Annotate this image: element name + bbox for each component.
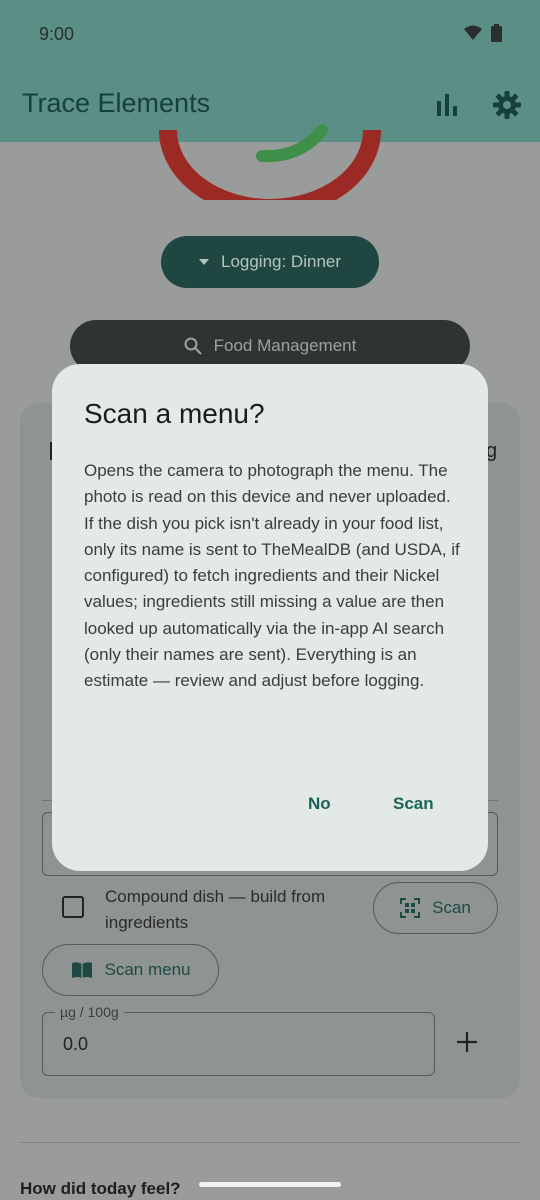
ug-per-100g-field[interactable]: µg / 100g 0.0 <box>42 1004 435 1076</box>
dialog-title: Scan a menu? <box>84 398 265 429</box>
logging-meal-button[interactable]: Logging: Dinner <box>161 236 379 288</box>
menu-book-icon <box>71 962 92 978</box>
qr-scan-icon <box>400 898 421 918</box>
status-bar: 9:00 <box>0 0 540 70</box>
dialog-no-button[interactable]: No <box>308 794 331 814</box>
bottom-divider <box>20 1142 520 1143</box>
status-time: 9:00 <box>39 24 75 44</box>
scan-menu-label: Scan menu <box>104 960 191 979</box>
dropdown-caret-icon <box>198 259 209 265</box>
gesture-nav-handle[interactable] <box>199 1182 341 1187</box>
how-did-today-feel-label: How did today feel? <box>20 1179 181 1198</box>
bar-chart-icon <box>437 94 457 116</box>
compound-dish-checkbox[interactable] <box>62 896 84 918</box>
settings-button[interactable] <box>492 90 522 120</box>
battery-icon <box>491 24 502 42</box>
gear-icon <box>493 91 521 119</box>
statistics-button[interactable] <box>432 90 462 120</box>
dialog-scan-button[interactable]: Scan <box>393 794 434 814</box>
compound-dish-label: Compound dish — build from ingredients <box>105 887 326 932</box>
logging-meal-label: Logging: Dinner <box>220 252 342 271</box>
plus-icon[interactable] <box>453 1028 481 1056</box>
scan-button-label: Scan <box>432 898 471 917</box>
search-icon <box>184 337 202 355</box>
scan-button[interactable]: Scan <box>373 882 498 934</box>
scan-menu-dialog: Scan a menu? Opens the camera to photogr… <box>52 364 488 871</box>
ug-per-100g-label: µg / 100g <box>55 1004 124 1020</box>
ug-per-100g-value: 0.0 <box>63 1034 89 1054</box>
nickel-gauge <box>159 124 381 200</box>
scan-menu-button[interactable]: Scan menu <box>42 944 219 996</box>
app-actions <box>432 90 522 120</box>
wifi-icon <box>464 25 482 40</box>
food-management-label: Food Management <box>213 336 357 355</box>
dialog-body: Opens the camera to photograph the menu.… <box>84 461 460 691</box>
status-icons <box>463 24 502 42</box>
